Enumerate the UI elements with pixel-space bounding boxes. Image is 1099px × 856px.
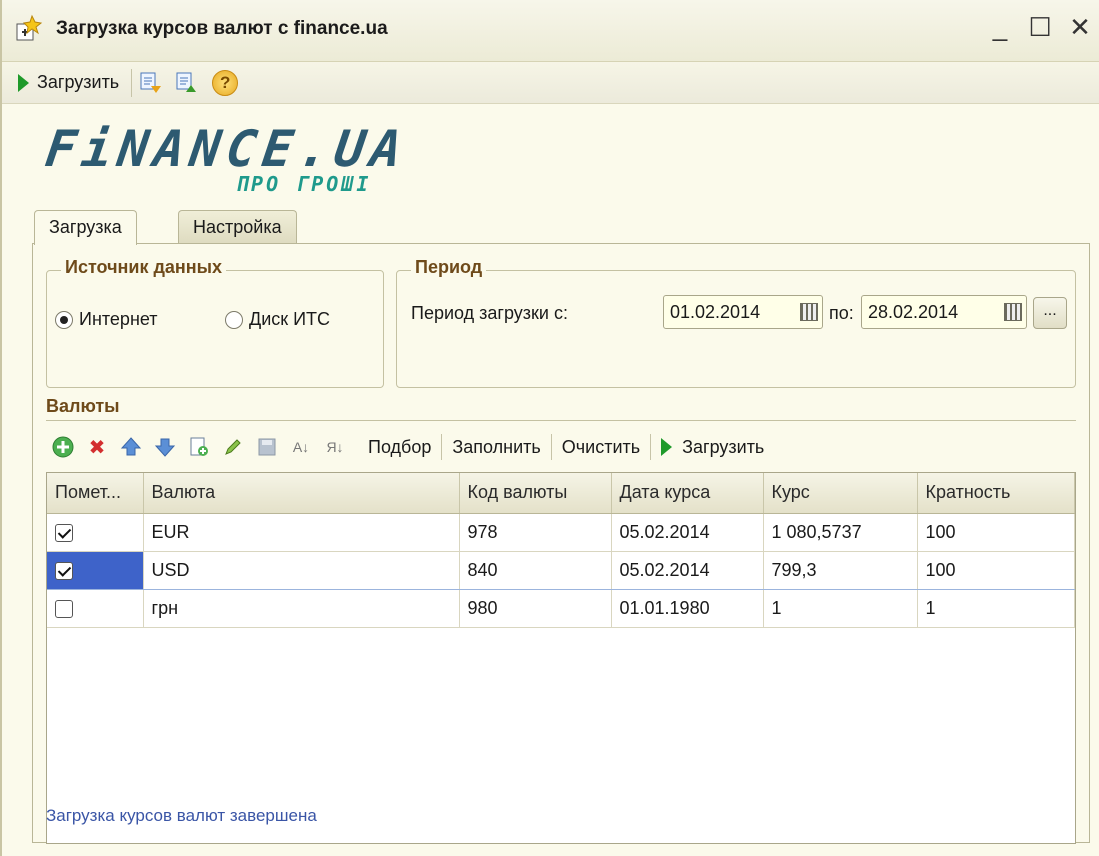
- calendar-icon[interactable]: [800, 303, 818, 321]
- date-cell: 05.02.2014: [611, 513, 764, 552]
- mark-cell[interactable]: [47, 589, 144, 628]
- column-header-rate[interactable]: Курс: [763, 473, 918, 514]
- app-icon: [16, 14, 43, 41]
- export-icon[interactable]: [138, 70, 164, 96]
- window-title: Загрузка курсов валют с finance.ua: [56, 18, 388, 39]
- import-icon[interactable]: [174, 70, 200, 96]
- save-icon: [256, 436, 278, 458]
- column-header-multiplicity[interactable]: Кратность: [917, 473, 1075, 514]
- radio-internet-label: Интернет: [79, 309, 158, 329]
- period-group-title: Период: [411, 257, 487, 278]
- logo-subtitle: ПРО ГРОШІ: [236, 172, 372, 196]
- select-button[interactable]: Подбор: [358, 437, 441, 458]
- sort-descending-icon[interactable]: Я↓: [324, 436, 346, 458]
- load-rates-button[interactable]: Загрузить: [651, 437, 774, 458]
- rate-cell: 799,3: [763, 550, 918, 590]
- currencies-table: Помет... Валюта Код валюты Дата курса Ку…: [46, 472, 1076, 844]
- move-up-icon[interactable]: [120, 436, 142, 458]
- radio-its-disk-label: Диск ИТС: [249, 309, 331, 329]
- radio-its-disk[interactable]: Диск ИТС: [225, 309, 330, 330]
- date-from-field[interactable]: 01.02.2014: [663, 295, 823, 329]
- table-row[interactable]: грн 980 01.01.1980 1 1: [47, 589, 1075, 628]
- code-cell: 980: [459, 589, 612, 628]
- date-to-value: 28.02.2014: [868, 301, 959, 322]
- radio-its-disk-indicator: [225, 310, 243, 329]
- date-cell: 01.01.1980: [611, 589, 764, 628]
- table-toolbar: ✖ A↓ Я↓ Подбор Заполнить Очистить Загруз…: [52, 432, 774, 462]
- mark-cell[interactable]: [47, 513, 144, 552]
- main-toolbar: Загрузить ?: [2, 62, 1099, 104]
- toolbar-separator: [131, 68, 133, 97]
- copy-icon[interactable]: [188, 436, 210, 458]
- code-cell: 840: [459, 550, 612, 590]
- add-icon[interactable]: [52, 436, 74, 458]
- load-button-label: Загрузить: [37, 72, 120, 92]
- date-to-field[interactable]: 28.02.2014: [861, 295, 1027, 329]
- row-checkbox[interactable]: [55, 599, 73, 618]
- period-group: Период Период загрузки с: 01.02.2014 по:…: [396, 257, 1076, 388]
- date-cell: 05.02.2014: [611, 550, 764, 590]
- table-row[interactable]: USD 840 05.02.2014 799,3 100: [47, 550, 1075, 590]
- rate-cell: 1: [763, 589, 918, 628]
- currency-cell: USD: [143, 550, 460, 590]
- load-button[interactable]: Загрузить: [12, 66, 125, 100]
- multiplicity-cell: 100: [917, 550, 1075, 590]
- finance-ua-logo: FiNANCE.UA ПРО ГРОШІ: [42, 120, 466, 200]
- play-icon: [18, 73, 29, 92]
- calendar-icon[interactable]: [1004, 303, 1022, 321]
- source-group-title: Источник данных: [61, 257, 227, 278]
- column-header-code[interactable]: Код валюты: [459, 473, 612, 514]
- main-window: Загрузка курсов валют с finance.ua _ ☐ ✕…: [0, 0, 1099, 856]
- source-group: Источник данных Интернет Диск ИТС: [46, 257, 384, 388]
- section-divider: [46, 420, 1076, 421]
- table-row[interactable]: EUR 978 05.02.2014 1 080,5737 100: [47, 513, 1075, 552]
- period-select-button[interactable]: ...: [1033, 297, 1067, 329]
- date-from-value: 01.02.2014: [670, 301, 761, 322]
- period-to-label: по:: [829, 303, 854, 323]
- tab-load[interactable]: Загрузка: [34, 210, 137, 245]
- row-checkbox[interactable]: [55, 561, 73, 580]
- rate-cell: 1 080,5737: [763, 513, 918, 552]
- move-down-icon[interactable]: [154, 436, 176, 458]
- sort-ascending-icon[interactable]: A↓: [290, 436, 312, 458]
- load-rates-label: Загрузить: [682, 436, 765, 457]
- code-cell: 978: [459, 513, 612, 552]
- title-bar: Загрузка курсов валют с finance.ua _ ☐ ✕: [2, 0, 1099, 62]
- help-icon[interactable]: ?: [212, 69, 239, 96]
- status-message: Загрузка курсов валют завершена: [46, 806, 317, 825]
- currency-cell: EUR: [143, 513, 460, 552]
- mark-cell[interactable]: [47, 550, 144, 590]
- clear-button[interactable]: Очистить: [552, 437, 650, 458]
- table-header-row: Помет... Валюта Код валюты Дата курса Ку…: [47, 473, 1075, 514]
- delete-icon[interactable]: ✖: [86, 436, 108, 459]
- column-header-date[interactable]: Дата курса: [611, 473, 764, 514]
- multiplicity-cell: 1: [917, 589, 1075, 628]
- radio-internet[interactable]: Интернет: [55, 309, 158, 330]
- close-button[interactable]: ✕: [1067, 12, 1093, 42]
- currencies-title: Валюты: [46, 396, 120, 416]
- play-icon: [661, 438, 673, 456]
- column-header-mark[interactable]: Помет...: [47, 473, 144, 514]
- maximize-button[interactable]: ☐: [1027, 12, 1053, 42]
- row-checkbox[interactable]: [55, 523, 73, 542]
- column-header-currency[interactable]: Валюта: [143, 473, 460, 514]
- radio-internet-indicator: [55, 310, 73, 329]
- minimize-button[interactable]: _: [987, 12, 1013, 42]
- period-from-label: Период загрузки с:: [411, 303, 568, 323]
- tab-settings[interactable]: Настройка: [178, 210, 297, 244]
- multiplicity-cell: 100: [917, 513, 1075, 552]
- fill-button[interactable]: Заполнить: [442, 437, 550, 458]
- logo-text: FiNANCE.UA: [41, 120, 412, 178]
- edit-icon[interactable]: [222, 436, 244, 458]
- currency-cell: грн: [143, 589, 460, 628]
